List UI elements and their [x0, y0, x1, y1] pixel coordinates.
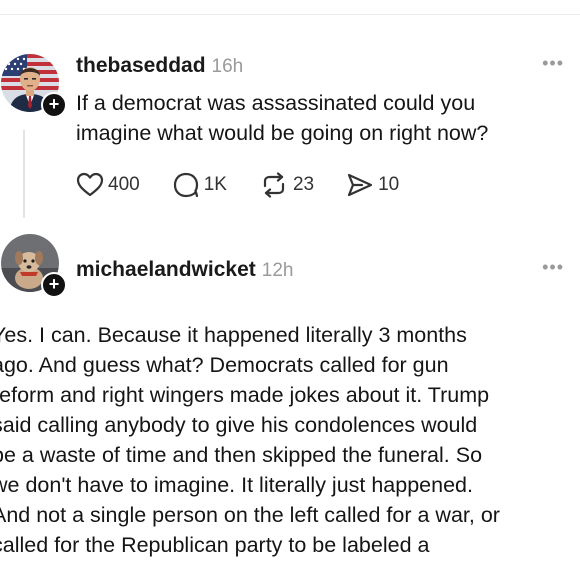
- repost-count: 23: [292, 174, 315, 195]
- avatar-michaelandwicket[interactable]: +: [1, 234, 67, 298]
- post-2-text-line: be a waste of time and then skipped the …: [0, 443, 483, 467]
- post-1-text-line: If a democrat was assassinated could you: [76, 91, 476, 115]
- post-1-time: 16h: [211, 56, 244, 77]
- repost-button[interactable]: 23: [259, 172, 314, 198]
- top-divider: [0, 14, 580, 15]
- post-2-text-line: reform and right wingers made jokes abou…: [0, 383, 490, 407]
- repost-icon: [263, 172, 285, 198]
- post-2-header: michaelandwicket 12h: [76, 258, 293, 282]
- reply-count: 1K: [203, 174, 227, 195]
- share-count: 10: [378, 174, 400, 195]
- comment-icon: [173, 172, 198, 198]
- heart-icon: [76, 172, 104, 197]
- like-button[interactable]: 400: [76, 172, 140, 198]
- post-2-username[interactable]: michaelandwicket: [76, 258, 256, 281]
- post-2-text-line: Yes. I can. Because it happened literall…: [0, 323, 467, 347]
- post-1-username[interactable]: thebaseddad: [76, 54, 206, 77]
- follow-plus-icon[interactable]: +: [41, 92, 67, 118]
- avatar-thebaseddad[interactable]: +: [1, 54, 67, 118]
- like-count: 400: [108, 174, 140, 195]
- post-1-text: If a democrat was assassinated could you…: [76, 88, 566, 148]
- more-options-icon[interactable]: •••: [542, 54, 564, 72]
- post-1-actions: 400 1K 23 10: [76, 170, 431, 200]
- post-2-text-line: And not a single person on the left call…: [0, 503, 500, 527]
- share-button[interactable]: 10: [346, 172, 399, 198]
- post-2-time: 12h: [261, 260, 294, 281]
- post-2-text: Yes. I can. Because it happened literall…: [0, 320, 580, 560]
- thread-line: [23, 130, 25, 218]
- send-icon: [347, 173, 373, 197]
- post-2-text-line: called for the Republican party to be la…: [0, 533, 430, 557]
- reply-button[interactable]: 1K: [172, 172, 227, 198]
- post-2-text-line: ago. And guess what? Democrats called fo…: [0, 353, 449, 377]
- follow-plus-icon[interactable]: +: [41, 272, 67, 298]
- post-2-text-line: said calling anybody to give his condole…: [0, 413, 478, 437]
- post-1-header: thebaseddad 16h: [76, 54, 243, 78]
- post-1-text-line: imagine what would be going on right now…: [76, 121, 489, 145]
- more-options-icon[interactable]: •••: [542, 258, 564, 276]
- post-2-text-line: we don't have to imagine. It literally j…: [0, 473, 473, 497]
